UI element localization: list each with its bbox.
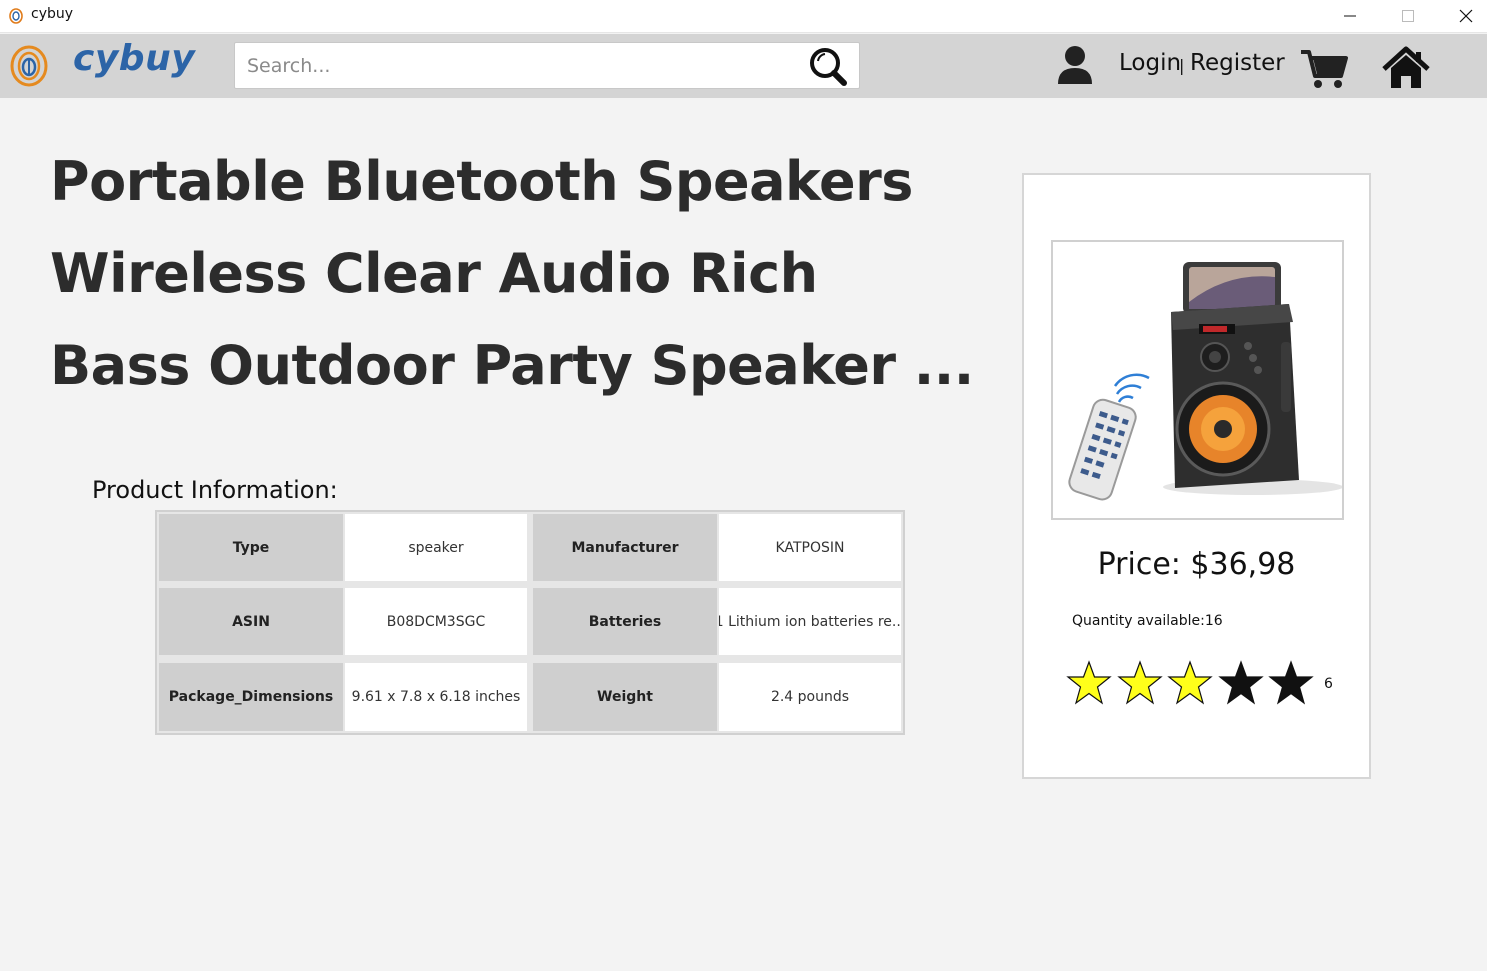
info-key-type: Type: [159, 514, 343, 581]
info-key-package-dimensions: Package_Dimensions: [159, 663, 343, 731]
star-icon[interactable]: [1117, 660, 1163, 706]
info-key-weight: Weight: [533, 663, 717, 731]
register-link[interactable]: Register: [1190, 50, 1285, 76]
app-header: cybuy Login | Register: [0, 34, 1487, 98]
search-bar: [234, 42, 860, 89]
product-info-table: Type speaker Manufacturer KATPOSIN ASIN …: [155, 510, 905, 735]
product-title-line: Bass Outdoor Party Speaker ...: [50, 334, 974, 397]
minimize-icon: [1344, 15, 1356, 17]
product-image: [1051, 240, 1344, 520]
user-icon[interactable]: [1055, 44, 1095, 86]
maximize-icon: [1402, 10, 1414, 22]
star-icon[interactable]: [1066, 660, 1112, 706]
product-title: Portable Bluetooth Speakers Wireless Cle…: [50, 136, 990, 412]
quantity-available: Quantity available:16: [1072, 613, 1223, 629]
login-register-separator: |: [1179, 56, 1185, 75]
cybuy-logo-icon[interactable]: [6, 42, 52, 88]
close-button[interactable]: [1437, 0, 1487, 32]
login-link[interactable]: Login: [1119, 50, 1181, 76]
speaker-product-image: [1068, 262, 1343, 501]
info-key-manufacturer: Manufacturer: [533, 514, 717, 581]
info-key-batteries: Batteries: [533, 588, 717, 655]
info-value-manufacturer: KATPOSIN: [719, 514, 901, 581]
rating-count: 6: [1324, 676, 1333, 692]
search-input[interactable]: [247, 52, 807, 80]
cart-icon[interactable]: [1299, 46, 1349, 90]
search-icon[interactable]: [807, 46, 849, 86]
close-icon: [1459, 9, 1473, 23]
star-icon[interactable]: [1218, 660, 1264, 706]
product-title-line: Portable Bluetooth Speakers: [50, 150, 913, 213]
info-value-weight: 2.4 pounds: [719, 663, 901, 731]
brand-logo-text[interactable]: cybuy: [73, 38, 195, 79]
product-info-heading: Product Information:: [92, 476, 338, 504]
star-icon[interactable]: [1268, 660, 1314, 706]
info-value-asin: B08DCM3SGC: [345, 588, 527, 655]
maximize-button[interactable]: [1379, 0, 1437, 32]
rating-stars[interactable]: [1066, 660, 1346, 710]
info-value-package-dimensions: 9.61 x 7.8 x 6.18 inches: [345, 663, 527, 731]
product-price: Price: $36,98: [1097, 547, 1296, 582]
info-key-asin: ASIN: [159, 588, 343, 655]
product-purchase-card: Price: $36,98 Quantity available:16 6: [1022, 173, 1371, 779]
minimize-button[interactable]: [1321, 0, 1379, 32]
window-title: cybuy: [31, 6, 74, 22]
window-titlebar: cybuy: [0, 0, 1487, 33]
info-value-batteries: 1 Lithium ion batteries re...: [719, 588, 901, 655]
app-logo-icon: [9, 8, 23, 24]
product-title-line: Wireless Clear Audio Rich: [50, 242, 818, 305]
info-value-type: speaker: [345, 514, 527, 581]
star-icon[interactable]: [1167, 660, 1213, 706]
home-icon[interactable]: [1381, 46, 1431, 90]
